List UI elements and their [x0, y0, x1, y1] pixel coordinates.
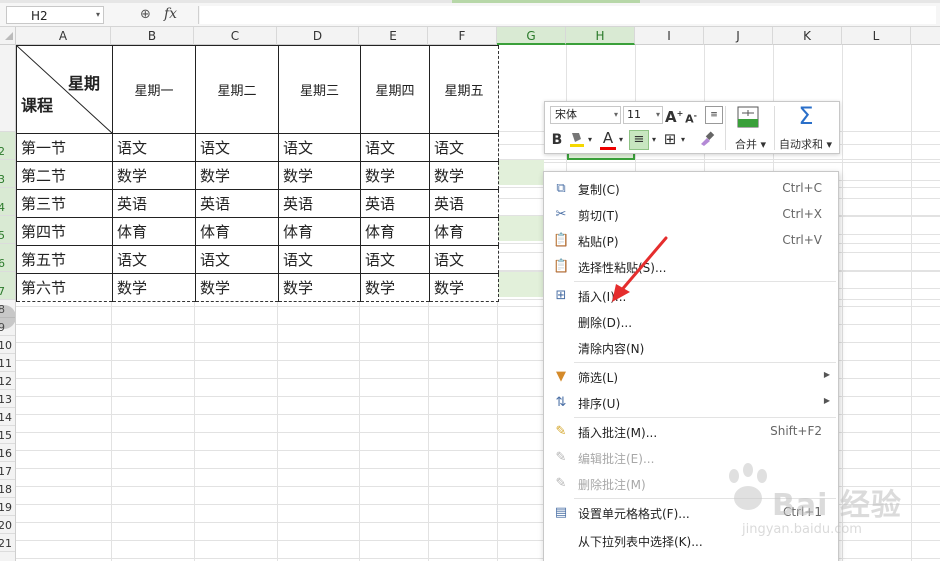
spreadsheet-window: { "formula_bar": { "cell_ref": "H2", "fx…: [0, 0, 940, 561]
watermark-text: Bai 经验: [772, 488, 902, 523]
watermark-url: jingyan.baidu.com: [742, 522, 862, 537]
baidu-watermark: Bai 经验 jingyan.baidu.com: [718, 458, 928, 558]
paw-logo-icon: [729, 463, 767, 510]
